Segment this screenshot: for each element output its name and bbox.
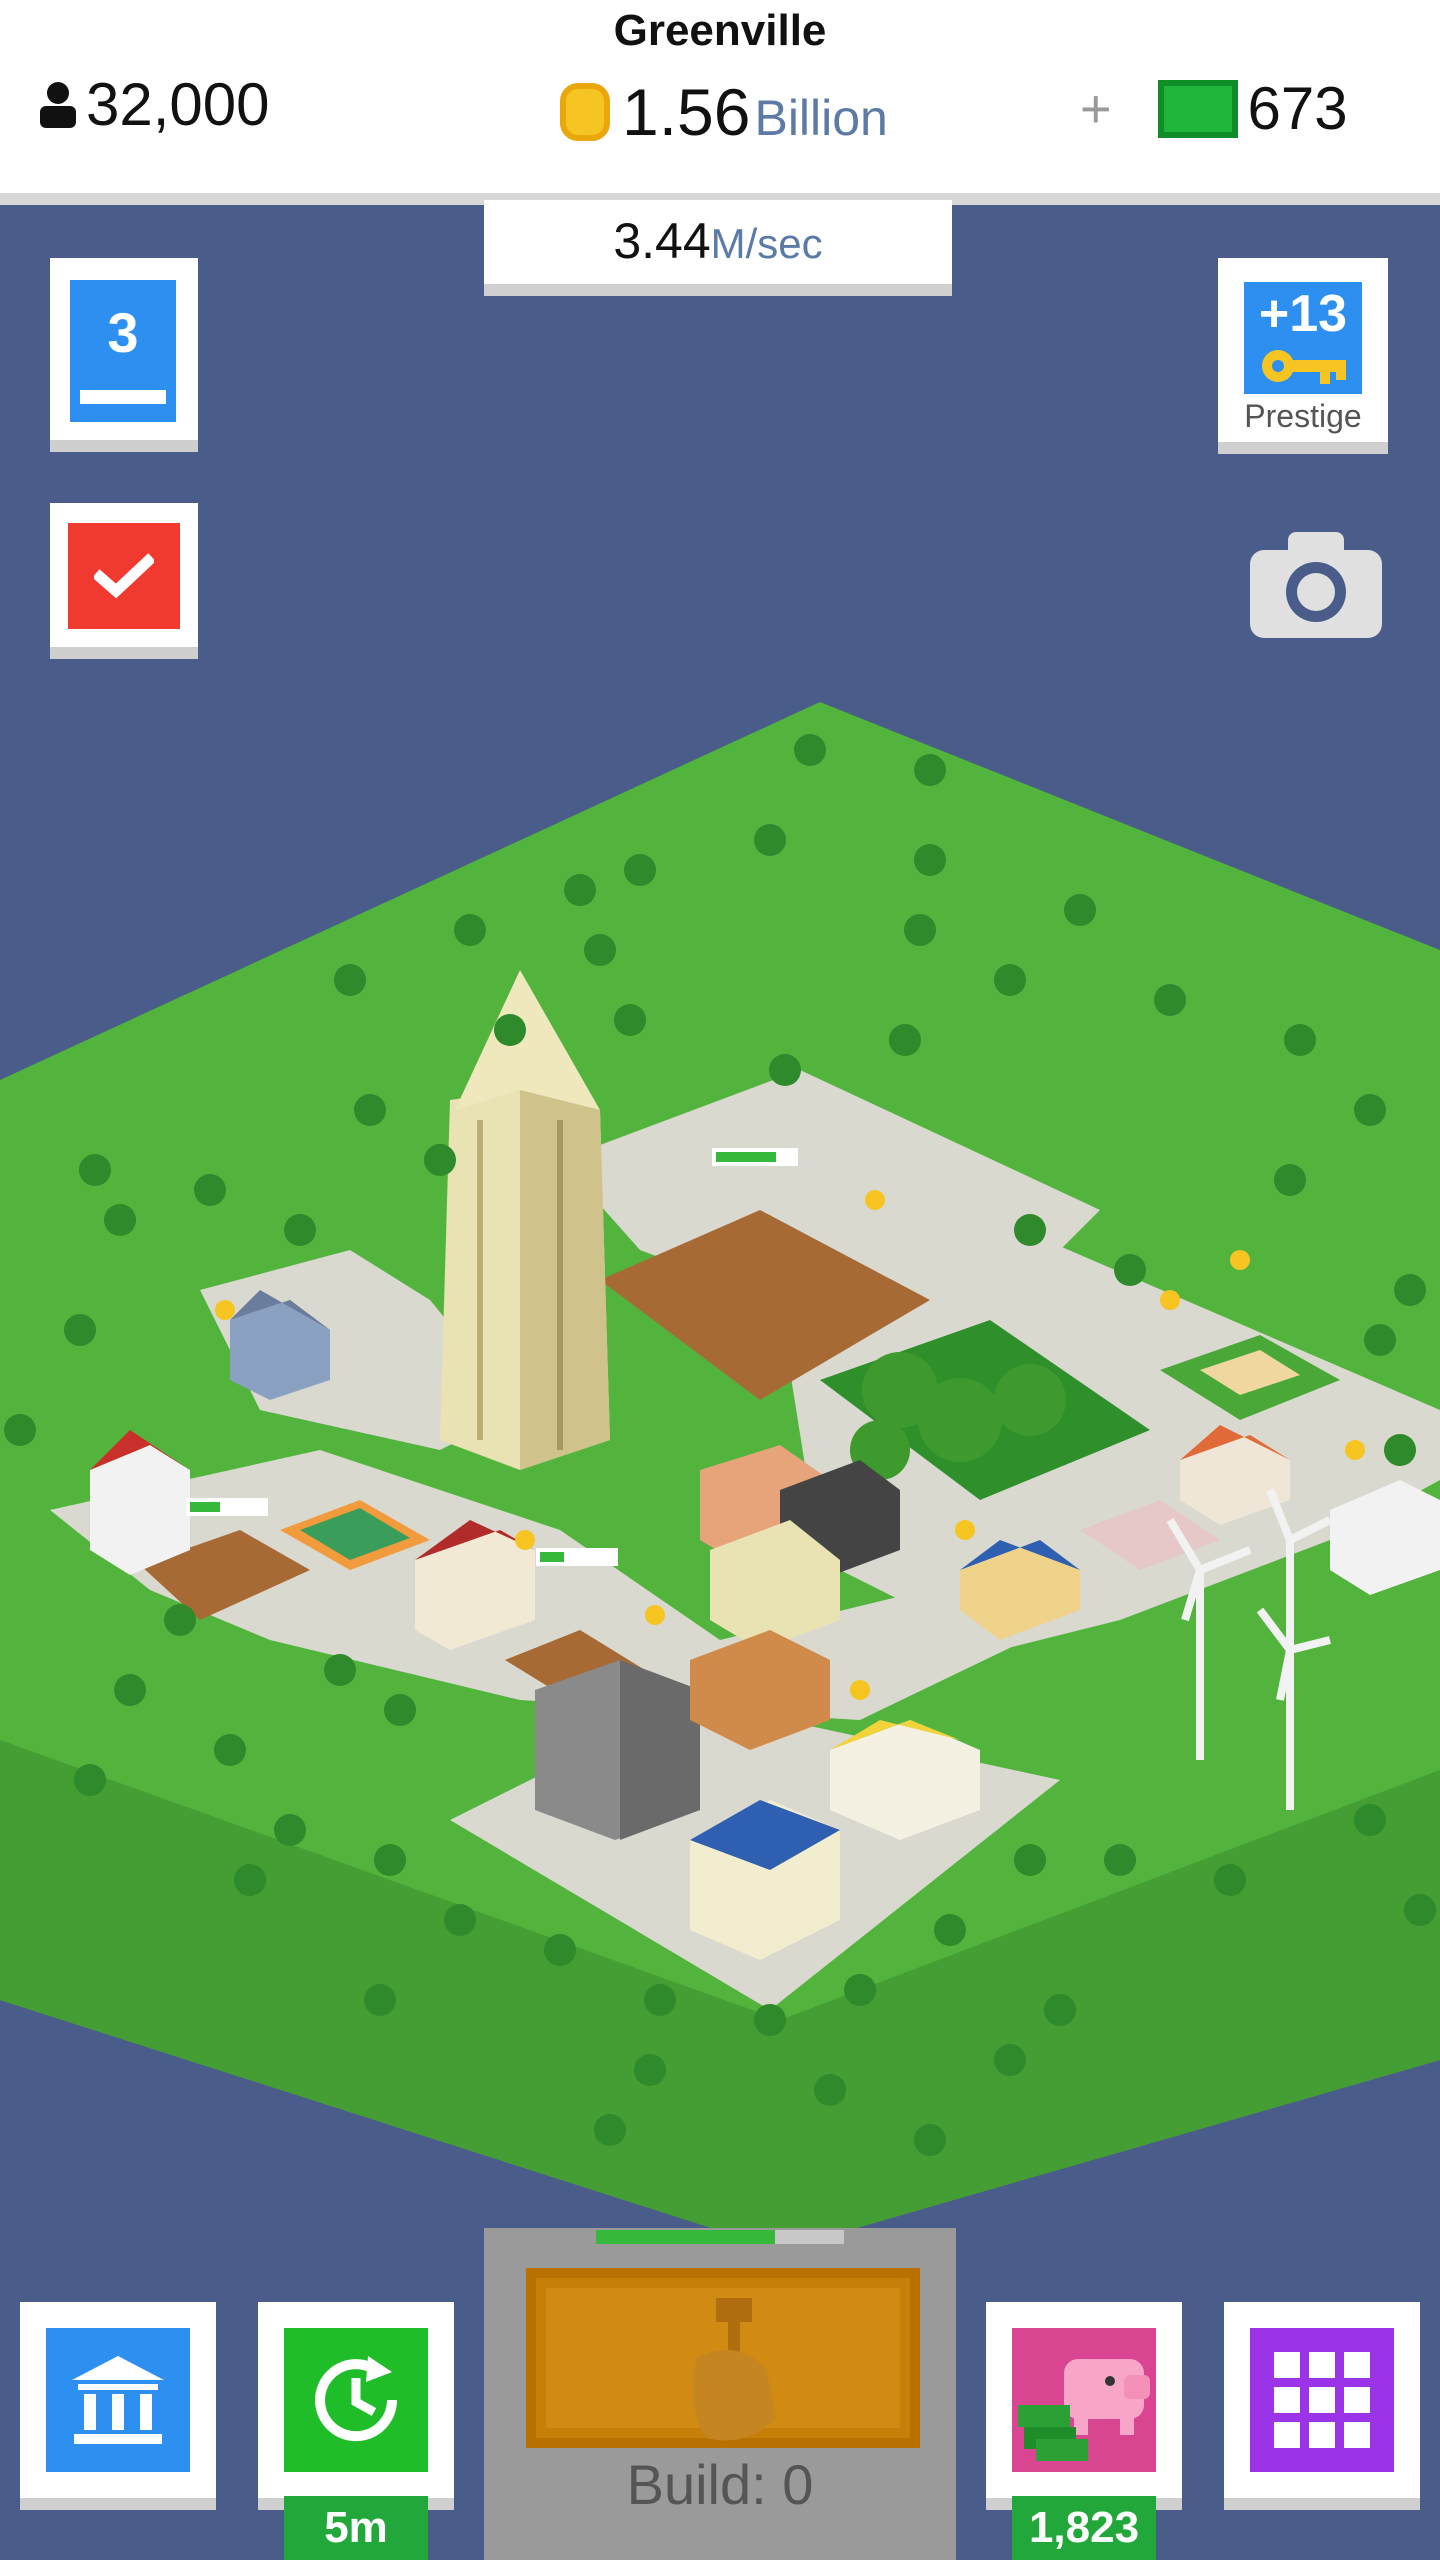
add-cash-icon[interactable]: +: [1080, 78, 1112, 140]
build-count-label: Build: 0: [626, 2453, 814, 2516]
prestige-count: +13: [1258, 285, 1348, 343]
person-icon: [40, 81, 76, 128]
hammer-hand-icon: [692, 2298, 776, 2441]
boost-button[interactable]: [258, 2302, 454, 2510]
level-button[interactable]: 3: [50, 258, 198, 452]
construction-progress: [536, 1548, 618, 1566]
city-name: Greenville: [613, 6, 827, 55]
build-button[interactable]: [526, 2268, 920, 2448]
cash-value: 673: [1247, 75, 1348, 142]
key-icon: [1262, 350, 1346, 384]
boost-timer-badge: 5m: [284, 2496, 428, 2560]
money-unit: Billion: [754, 90, 888, 146]
cash-bill-icon: [1157, 79, 1238, 138]
piggy-bank-button[interactable]: [986, 2302, 1182, 2510]
level-bar: [80, 390, 166, 404]
cash-counter[interactable]: + 673: [1080, 74, 1348, 143]
checkmark-icon: [94, 553, 154, 599]
population-counter: 32,000: [36, 70, 270, 139]
build-panel: Build: 0: [484, 2228, 956, 2560]
population-value: 32,000: [86, 71, 270, 138]
income-rate-unit: M/sec: [710, 220, 823, 267]
menu-button[interactable]: [1224, 2302, 1420, 2510]
prestige-button[interactable]: +13 Prestige: [1218, 258, 1388, 454]
piggy-bank-balance: 1,823: [1012, 2496, 1156, 2560]
construction-progress: [186, 1498, 268, 1516]
build-progress-fill: [596, 2230, 775, 2244]
level-book-icon: 3: [70, 280, 176, 422]
clock-refresh-icon: [315, 2356, 398, 2442]
construction-progress: [712, 1148, 798, 1166]
camera-icon[interactable]: [1248, 528, 1384, 640]
tasks-button[interactable]: [50, 503, 198, 659]
grid-menu-icon: [1274, 2352, 1370, 2448]
building-parking-garage[interactable]: [535, 1660, 700, 1840]
income-rate-tab: 3.44M/sec: [484, 200, 952, 296]
coin-icon: [560, 83, 610, 141]
prestige-label: Prestige: [1244, 398, 1362, 434]
income-rate-value: 3.44: [613, 213, 711, 269]
city-map[interactable]: [0, 690, 1440, 2250]
bank-button[interactable]: [20, 2302, 216, 2510]
build-progress-bar: [596, 2230, 844, 2244]
money-value: 1.56: [622, 75, 751, 149]
money-counter: 1.56 Billion: [560, 74, 888, 150]
level-number: 3: [107, 301, 139, 364]
piggy-bank-icon: [1018, 2359, 1150, 2461]
bank-icon: [72, 2356, 164, 2444]
